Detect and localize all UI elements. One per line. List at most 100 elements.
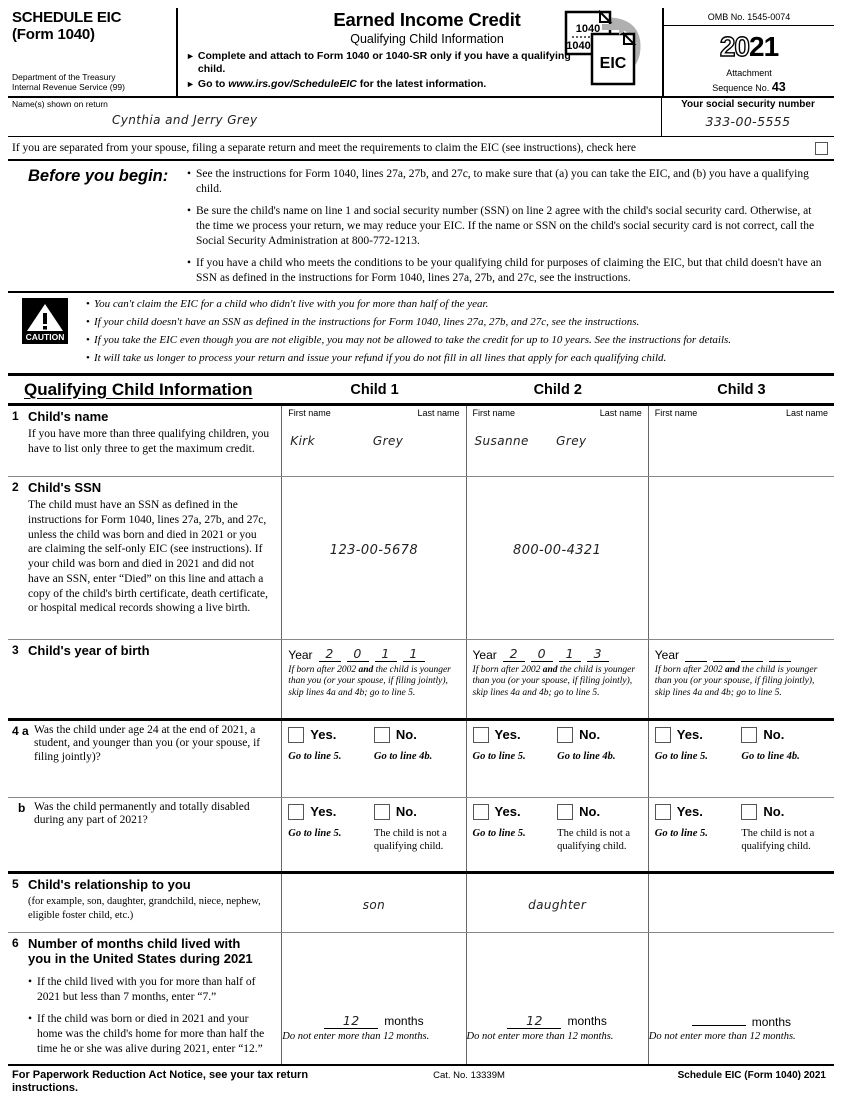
row-5-child-2-cell[interactable]: daughter [467, 873, 649, 932]
child-3-year-entry[interactable]: Year [655, 642, 828, 662]
no-option[interactable]: No. The child is not a qualifying child. [373, 803, 460, 853]
child-3-year-digit-3[interactable] [741, 646, 764, 662]
row-4a-child-1-yes-checkbox[interactable] [288, 726, 305, 743]
yes-row[interactable]: Yes. [288, 803, 374, 820]
child-3-year-digit-2[interactable] [713, 646, 736, 662]
no-option[interactable]: No. Go to line 4b. [557, 726, 642, 763]
row-4b-child-2-no-checkbox[interactable] [557, 803, 574, 820]
yes-option[interactable]: Yes. Go to line 5. [654, 726, 742, 763]
no-row[interactable]: No. [741, 803, 828, 820]
no-label: No. [395, 727, 417, 743]
row-4b-child-1-no-checkbox[interactable] [373, 803, 390, 820]
no-option[interactable]: No. The child is not a qualifying child. [741, 803, 828, 853]
ssn-input[interactable]: 333-00-5555 [666, 110, 830, 129]
yes-option[interactable]: Yes. Go to line 5. [288, 726, 374, 763]
child-2-months-value[interactable]: 12 [507, 1013, 562, 1029]
yes-row[interactable]: Yes. [472, 803, 558, 820]
row-6-child-1-cell[interactable]: 12 months Do not enter more than 12 month… [282, 932, 467, 1064]
yes-option[interactable]: Yes. Go to line 5. [654, 803, 742, 853]
row-4b-child-3-yes-checkbox[interactable] [654, 803, 671, 820]
no-row[interactable]: No. [373, 726, 460, 743]
child-2-year-digit-4[interactable]: 3 [586, 646, 609, 662]
child-1-ssn[interactable]: 123-00-5678 [288, 479, 459, 558]
row-4b-child-1-yes-checkbox[interactable] [288, 803, 305, 820]
row-5-sub-text: (for example, son, daughter, grandchild,… [28, 896, 261, 921]
no-row[interactable]: No. [557, 726, 642, 743]
separated-spouse-checkbox[interactable] [815, 141, 828, 155]
child-3-year-digit-1[interactable] [685, 646, 708, 662]
child-1-months-line[interactable]: 12 months [282, 1013, 465, 1029]
yes-option[interactable]: Yes. Go to line 5. [288, 803, 374, 853]
child-2-year-digit-1[interactable]: 2 [502, 646, 525, 662]
row-1-child-3-values[interactable] [655, 418, 828, 434]
row-4a-child-1-no-checkbox[interactable] [373, 726, 390, 743]
row-5-child-1-cell[interactable]: son [282, 873, 467, 932]
child-2-relationship[interactable]: daughter [473, 876, 642, 912]
no-row[interactable]: No. [741, 726, 828, 743]
child-3-months-entry[interactable]: months Do not enter more than 12 months. [649, 1010, 834, 1044]
row-1-child-1-cell[interactable]: First name Last name Kirk Grey [282, 405, 467, 476]
child-3-relationship[interactable] [655, 876, 828, 898]
child-2-months-line[interactable]: 12 months [467, 1013, 648, 1029]
row-5-child-3-cell[interactable] [649, 874, 834, 932]
row-4a-child-3-cell: Yes. Go to line 5. No. Go to line 4b. [649, 721, 834, 797]
before-you-begin-item-text: Be sure the child's name on line 1 and s… [196, 204, 815, 247]
yes-option[interactable]: Yes. Go to line 5. [472, 803, 558, 853]
row-3-child-3-cell[interactable]: Year If born after 2002 and the child is… [649, 640, 834, 718]
row-6-child-2-cell[interactable]: 12 months Do not enter more than 12 month… [467, 932, 649, 1064]
child-1-year-digit-3[interactable]: 1 [374, 646, 397, 662]
child-2-ssn[interactable]: 800-00-4321 [473, 479, 642, 558]
yes-option[interactable]: Yes. Go to line 5. [472, 726, 558, 763]
yes-row[interactable]: Yes. [654, 803, 742, 820]
no-row[interactable]: No. [373, 803, 460, 820]
row-1-child-3-cell[interactable]: First name Last name [649, 406, 834, 476]
child-3-ssn[interactable] [655, 479, 828, 543]
child-2-year-entry[interactable]: Year 2 0 1 3 [473, 642, 642, 662]
row-3-child-1-cell[interactable]: Year 2 0 1 1 If born after 2002 and the … [282, 639, 467, 718]
child-2-year-digit-3[interactable]: 1 [558, 646, 581, 662]
child-1-year-digit-1[interactable]: 2 [318, 646, 341, 662]
child-3-months-line[interactable]: months [649, 1010, 834, 1029]
child-2-last-name[interactable]: Grey [556, 434, 638, 448]
name-field-cell[interactable]: Name(s) shown on return Cynthia and Jerr… [8, 98, 662, 137]
row-4b-child-3-no-checkbox[interactable] [741, 803, 758, 820]
no-row[interactable]: No. [557, 803, 642, 820]
row-2-child-3-cell[interactable] [649, 477, 834, 639]
row-4a-child-3-yes-checkbox[interactable] [654, 726, 671, 743]
row-3-child-2-cell[interactable]: Year 2 0 1 3 If born after 2002 and the … [467, 639, 649, 718]
no-option[interactable]: No. The child is not a qualifying child. [557, 803, 642, 853]
row-4a-child-3-no-checkbox[interactable] [741, 726, 758, 743]
child-1-year-digit-4[interactable]: 1 [402, 646, 425, 662]
child-1-last-name[interactable]: Grey [373, 434, 456, 448]
bullet-icon: • [187, 168, 192, 181]
row-4b-child-2-yes-checkbox[interactable] [472, 803, 489, 820]
before-you-begin-item: • If you have a child who meets the condi… [187, 256, 824, 286]
row-4a-child-2-yes-checkbox[interactable] [472, 726, 489, 743]
child-1-relationship[interactable]: son [288, 876, 459, 912]
yes-row[interactable]: Yes. [288, 726, 374, 743]
child-1-first-name[interactable]: Kirk [290, 434, 373, 448]
child-1-months-entry[interactable]: 12 months Do not enter more than 12 month… [282, 1013, 465, 1044]
child-2-first-name[interactable]: Susanne [475, 434, 557, 448]
yes-row[interactable]: Yes. [654, 726, 742, 743]
irs-url-link[interactable]: www.irs.gov/ScheduleEIC [228, 78, 357, 90]
child-1-year-entry[interactable]: Year 2 0 1 1 [288, 642, 459, 662]
row-1-child-1-values[interactable]: Kirk Grey [288, 418, 459, 448]
child-3-months-value[interactable] [691, 1010, 746, 1026]
row-1-child-2-values[interactable]: Susanne Grey [473, 418, 642, 448]
yes-row[interactable]: Yes. [472, 726, 558, 743]
row-1-child-2-cell[interactable]: First name Last name Susanne Grey [467, 405, 649, 476]
child-2-year-digit-2[interactable]: 0 [530, 646, 553, 662]
no-option[interactable]: No. Go to line 4b. [741, 726, 828, 763]
ssn-field-cell[interactable]: Your social security number 333-00-5555 [662, 98, 834, 136]
child-3-year-digit-4[interactable] [769, 646, 792, 662]
no-option[interactable]: No. Go to line 4b. [373, 726, 460, 763]
row-2-child-2-cell[interactable]: 800-00-4321 [467, 476, 649, 639]
name-input[interactable]: Cynthia and Jerry Grey [12, 109, 657, 127]
row-6-child-3-cell[interactable]: months Do not enter more than 12 months. [649, 933, 834, 1064]
child-1-months-value[interactable]: 12 [324, 1013, 379, 1029]
row-4a-child-2-no-checkbox[interactable] [557, 726, 574, 743]
child-2-months-entry[interactable]: 12 months Do not enter more than 12 month… [467, 1013, 648, 1044]
row-2-child-1-cell[interactable]: 123-00-5678 [282, 476, 467, 639]
child-1-year-digit-2[interactable]: 0 [346, 646, 369, 662]
